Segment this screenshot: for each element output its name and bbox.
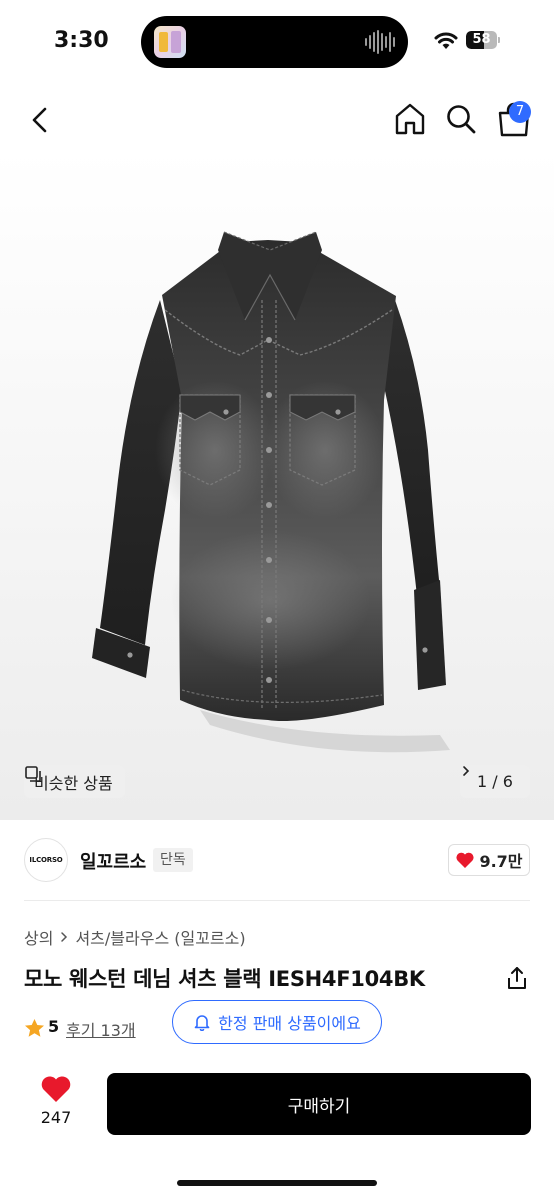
- exclusive-tag: 단독: [153, 848, 193, 872]
- page-total: 6: [502, 772, 513, 791]
- dynamic-island[interactable]: [141, 16, 408, 68]
- bell-icon: [194, 1015, 210, 1031]
- wishlist-heart-icon[interactable]: [40, 1074, 72, 1103]
- review-count-link[interactable]: 후기 13개: [66, 1017, 136, 1041]
- battery-level: 58: [472, 32, 491, 47]
- breadcrumb-category[interactable]: 상의: [24, 925, 53, 949]
- audio-wave-icon: [365, 30, 395, 54]
- page-separator: /: [492, 772, 498, 791]
- cart-badge: 7: [509, 101, 531, 123]
- chevron-right-icon: [61, 932, 68, 942]
- breadcrumb: 상의 셔츠/블라우스 (일꼬르소): [24, 925, 246, 949]
- product-title: 모노 웨스턴 데님 셔츠 블랙 IESH4F104BK: [24, 967, 425, 991]
- brand-like-count: 9.7만: [479, 852, 523, 871]
- wifi-icon: [434, 32, 458, 49]
- similar-items-icon: [25, 766, 41, 782]
- divider: [24, 900, 530, 901]
- chevron-left-icon[interactable]: [24, 104, 56, 136]
- brand-logo[interactable]: ILCORSO: [24, 838, 68, 882]
- similar-products-button[interactable]: 비슷한 상품: [24, 765, 125, 798]
- status-bar: 3:30 58: [0, 0, 554, 84]
- home-icon[interactable]: [393, 102, 427, 136]
- rating-value: 5: [48, 1017, 60, 1036]
- brand-logo-text: ILCORSO: [29, 856, 63, 864]
- page-current: 1: [477, 772, 488, 791]
- brand-like-button[interactable]: 9.7만: [448, 844, 530, 876]
- search-icon[interactable]: [445, 103, 477, 135]
- share-icon[interactable]: [505, 965, 529, 991]
- denim-shirt-illustration: [92, 231, 450, 753]
- chevron-right-icon: [463, 766, 470, 776]
- home-indicator: [177, 1180, 377, 1186]
- music-thumbnail-icon: [154, 26, 186, 58]
- limited-sale-badge[interactable]: 한정 판매 상품이에요: [172, 1000, 382, 1044]
- similar-products-label: 비슷한 상품: [34, 773, 113, 793]
- star-icon: [25, 1019, 44, 1037]
- heart-icon: [456, 852, 475, 868]
- status-time: 3:30: [54, 28, 109, 53]
- product-image[interactable]: 비슷한 상품 1 / 6: [0, 150, 554, 820]
- buy-button[interactable]: 구매하기: [107, 1073, 531, 1135]
- battery-icon: 58: [466, 31, 500, 49]
- brand-name[interactable]: 일꼬르소: [80, 848, 146, 874]
- limited-sale-label: 한정 판매 상품이에요: [218, 1014, 361, 1033]
- wishlist-count: 247: [40, 1108, 72, 1127]
- breadcrumb-subcategory[interactable]: 셔츠/블라우스 (일꼬르소): [75, 925, 245, 949]
- image-page-counter[interactable]: 1 / 6: [460, 765, 530, 798]
